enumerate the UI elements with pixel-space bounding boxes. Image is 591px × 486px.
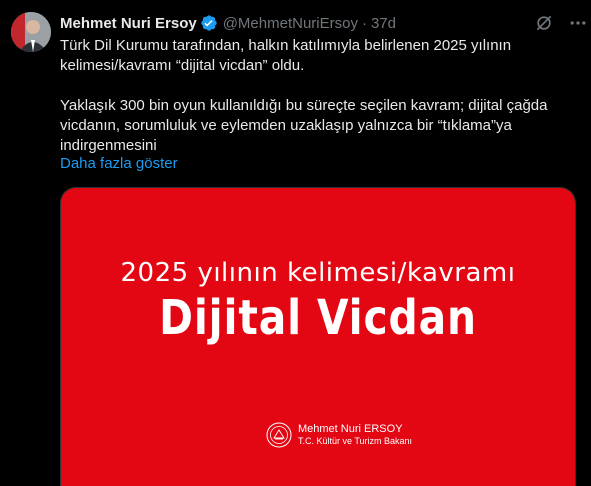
avatar-photo <box>11 12 51 52</box>
signature-role: T.C. Kültür ve Turizm Bakanı <box>298 436 413 446</box>
grok-icon[interactable] <box>533 12 555 34</box>
ministry-seal-icon <box>266 422 292 448</box>
tweet-text: Türk Dil Kurumu tarafından, halkın katıl… <box>60 36 575 156</box>
header-separator: · <box>361 14 367 32</box>
media-title: Dijital Vicdan <box>159 290 477 346</box>
media-signature: Mehmet Nuri ERSOY T.C. Kültür ve Turizm … <box>266 422 412 448</box>
author-handle[interactable]: @MehmetNuriErsoy <box>223 15 358 32</box>
tweet-header-actions <box>533 12 589 34</box>
tweet-paragraph-1: Türk Dil Kurumu tarafından, halkın katıl… <box>60 37 512 74</box>
author-name[interactable]: Mehmet Nuri Ersoy <box>60 15 197 32</box>
show-more-link[interactable]: Daha fazla göster <box>60 155 178 172</box>
signature-name: Mehmet Nuri ERSOY <box>298 423 403 435</box>
media-subtitle: 2025 yılının kelimesi/kavramı <box>120 258 516 288</box>
tweet-media-image[interactable]: 2025 yılının kelimesi/kavramı Dijital Vi… <box>60 187 576 486</box>
verified-badge-icon <box>200 14 218 32</box>
tweet-timestamp[interactable]: 37d <box>371 15 396 32</box>
more-icon[interactable] <box>567 12 589 34</box>
tweet-paragraph-2: Yaklaşık 300 bin oyun kullanıldığı bu sü… <box>60 97 548 154</box>
author-avatar[interactable] <box>11 12 51 52</box>
tweet-header: Mehmet Nuri Ersoy @MehmetNuriErsoy · 37d <box>60 13 511 33</box>
